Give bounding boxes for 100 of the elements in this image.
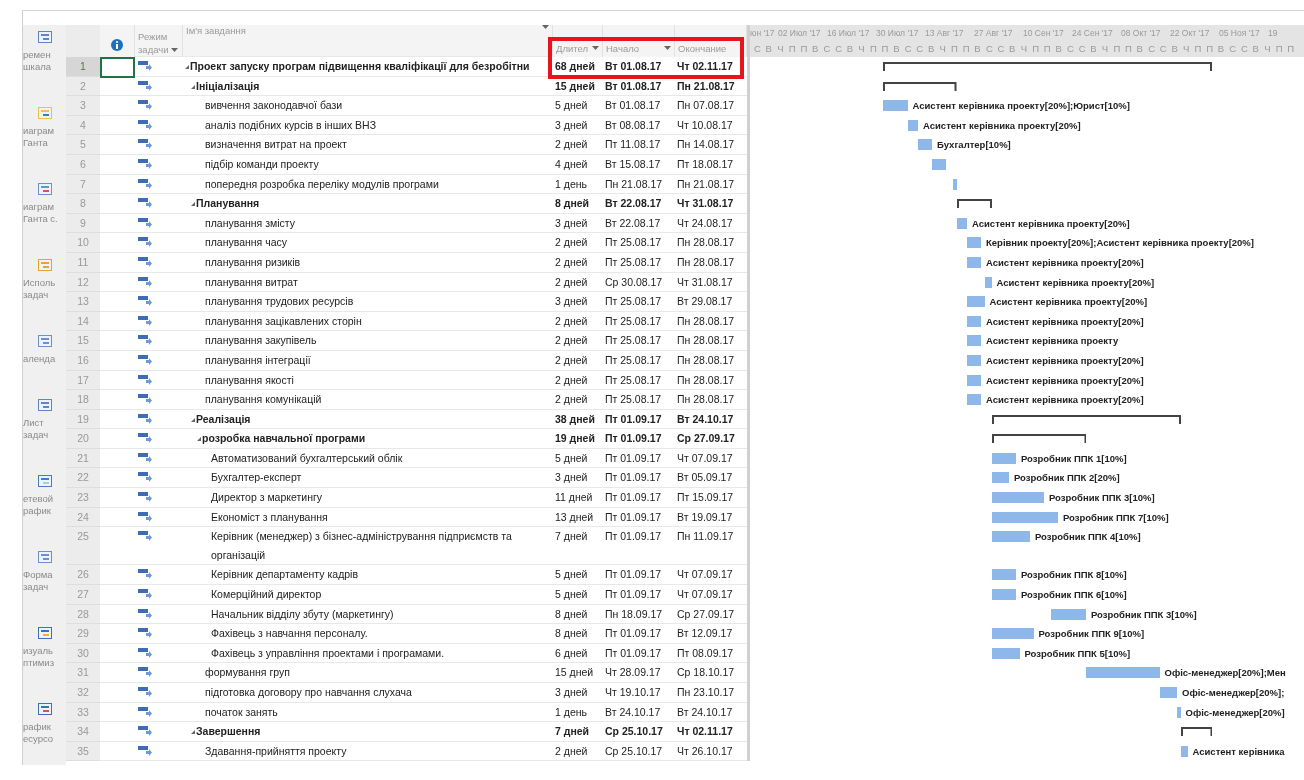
view-icon[interactable] [37, 551, 52, 563]
view-label[interactable]: иаграм Ганта с. [23, 201, 66, 225]
view-icon[interactable] [37, 259, 52, 271]
collapse-triangle-icon[interactable] [185, 65, 189, 69]
row-number[interactable]: 23 [66, 488, 100, 508]
collapse-triangle-icon[interactable] [197, 437, 201, 442]
caret-icon[interactable] [171, 48, 178, 52]
row-number[interactable]: 28 [66, 604, 100, 625]
row-number[interactable]: 17 [66, 370, 100, 391]
row-number[interactable]: 5 [66, 135, 100, 155]
column-header[interactable]: Окончание [678, 43, 727, 54]
task-bar[interactable] [967, 296, 985, 308]
row-number[interactable]: 31 [66, 663, 100, 683]
view-label[interactable]: Исполь задач [23, 277, 66, 301]
view-label[interactable]: иаграм Ганта [23, 125, 66, 149]
column-header[interactable]: Ім'я завдання [186, 25, 246, 36]
row-number[interactable]: 32 [66, 683, 100, 703]
row-number[interactable]: 15 [66, 331, 100, 351]
view-icon[interactable] [37, 31, 52, 43]
task-bar[interactable] [991, 589, 1016, 601]
row-number[interactable]: 9 [66, 213, 100, 234]
summary-bar[interactable] [883, 81, 957, 91]
row-number[interactable]: 12 [66, 272, 100, 293]
task-bar[interactable] [991, 492, 1044, 504]
collapse-triangle-icon[interactable] [191, 202, 195, 207]
task-bar[interactable] [967, 354, 981, 366]
view-label[interactable]: Форма задач [23, 569, 66, 593]
task-bar[interactable] [883, 100, 908, 112]
view-label[interactable]: изуаль птимиз [23, 645, 66, 669]
caret-icon[interactable] [592, 46, 599, 50]
row-number[interactable]: 21 [66, 448, 100, 469]
row-number[interactable]: 27 [66, 585, 100, 605]
task-bar[interactable] [967, 335, 981, 347]
row-number[interactable]: 25 [66, 527, 100, 566]
task-bar[interactable] [991, 452, 1016, 464]
row-number[interactable]: 7 [66, 174, 100, 195]
view-icon[interactable] [37, 703, 52, 715]
task-bar[interactable] [991, 531, 1030, 543]
summary-bar[interactable] [956, 199, 992, 209]
view-icon[interactable] [37, 335, 52, 347]
row-number[interactable]: 4 [66, 115, 100, 136]
task-bar[interactable] [967, 256, 981, 268]
caret-icon[interactable] [542, 25, 549, 29]
task-bar[interactable] [991, 472, 1009, 484]
column-header[interactable]: Длител [556, 43, 589, 54]
view-icon[interactable] [37, 183, 52, 195]
row-number[interactable]: 10 [66, 233, 100, 253]
collapse-triangle-icon[interactable] [191, 417, 195, 422]
column-header[interactable]: Режим задачи [138, 30, 170, 56]
row-number[interactable]: 11 [66, 252, 100, 273]
row-number[interactable]: 19 [66, 409, 100, 430]
task-bar[interactable] [991, 628, 1034, 640]
task-bar[interactable] [956, 217, 967, 229]
row-number[interactable]: 6 [66, 154, 100, 175]
task-bar[interactable] [967, 394, 981, 406]
task-bar[interactable] [932, 158, 946, 170]
row-number[interactable]: 1 [66, 57, 100, 77]
task-bar[interactable] [907, 119, 918, 131]
selected-cell[interactable] [100, 57, 135, 78]
view-icon[interactable] [37, 399, 52, 411]
row-number[interactable]: 20 [66, 429, 100, 449]
row-number[interactable]: 22 [66, 468, 100, 489]
view-label[interactable]: ремен шкала [23, 49, 66, 73]
row-number[interactable]: 26 [66, 565, 100, 586]
task-bar[interactable] [1180, 745, 1188, 757]
row-number[interactable]: 34 [66, 722, 100, 742]
task-bar[interactable] [1051, 608, 1086, 620]
row-number[interactable]: 29 [66, 624, 100, 644]
view-label[interactable]: рафик есурсо [23, 721, 66, 745]
task-bar[interactable] [984, 276, 992, 288]
summary-bar[interactable] [883, 62, 1212, 71]
task-bar[interactable] [1086, 667, 1160, 679]
caret-icon[interactable] [664, 46, 671, 50]
task-bar[interactable] [967, 374, 981, 386]
row-number[interactable]: 35 [66, 741, 100, 762]
view-icon[interactable] [37, 107, 52, 119]
summary-bar[interactable] [991, 414, 1181, 424]
row-number[interactable]: 33 [66, 702, 100, 723]
column-header[interactable]: Начало [606, 43, 640, 54]
corner-cell[interactable] [66, 25, 100, 57]
view-label[interactable]: етевой рафик [23, 493, 66, 517]
task-bar[interactable] [1177, 706, 1181, 718]
row-number[interactable]: 2 [66, 76, 100, 97]
task-bar[interactable] [918, 139, 932, 151]
task-bar[interactable] [967, 237, 981, 249]
summary-bar[interactable] [1180, 727, 1212, 737]
row-number[interactable]: 8 [66, 194, 100, 214]
row-number[interactable]: 30 [66, 643, 100, 664]
task-bar[interactable] [967, 315, 981, 327]
collapse-triangle-icon[interactable] [191, 730, 195, 735]
row-number[interactable]: 18 [66, 390, 100, 410]
row-number[interactable]: 3 [66, 96, 100, 116]
collapse-triangle-icon[interactable] [191, 84, 195, 89]
view-icon[interactable] [37, 475, 52, 487]
task-bar[interactable] [953, 178, 957, 190]
task-bar[interactable] [1159, 687, 1177, 698]
summary-bar[interactable] [991, 434, 1086, 444]
task-bar[interactable] [991, 647, 1020, 659]
task-bar[interactable] [991, 511, 1058, 523]
task-bar[interactable] [991, 569, 1016, 581]
